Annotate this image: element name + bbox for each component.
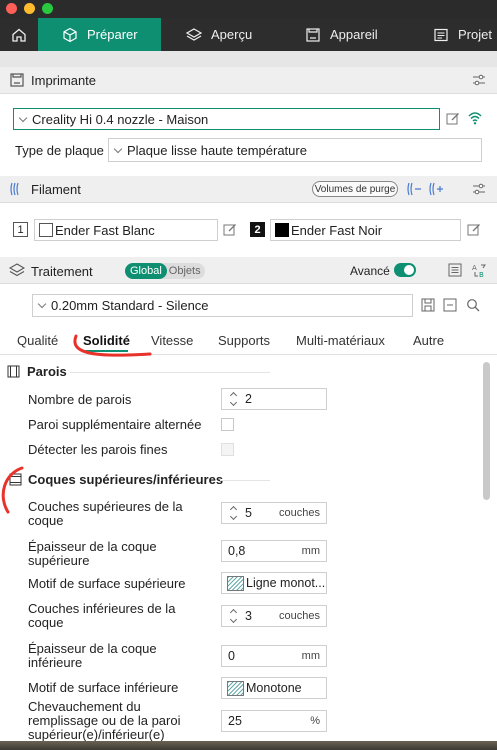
- annotation-bracket: [1, 466, 24, 514]
- annotation-underline: [73, 334, 152, 357]
- annotation-overlay: [1, 334, 152, 514]
- slicer-window: Préparer Aperçu Appareil Projet Impriman…: [0, 0, 497, 750]
